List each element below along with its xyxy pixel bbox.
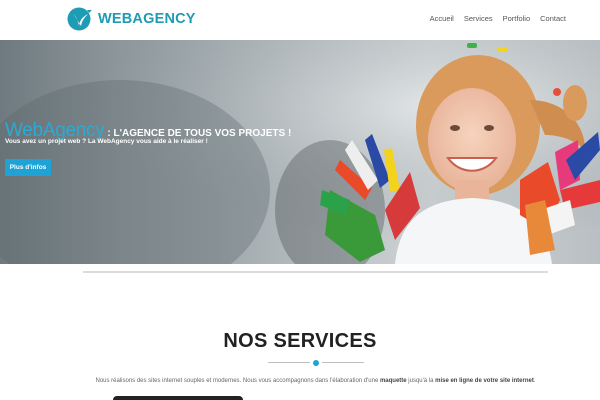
services-text-part: Nous réalisons des sites internet souple… bbox=[95, 378, 380, 384]
logo-text: WEBAGENCY bbox=[98, 11, 196, 27]
section-divider bbox=[83, 271, 548, 273]
more-info-button[interactable]: Plus d'infos bbox=[5, 159, 51, 176]
main-nav: Accueil Services Portfolio Contact bbox=[430, 14, 566, 24]
services-description: Nous réalisons des sites internet souple… bbox=[0, 378, 600, 384]
separator-line-left bbox=[268, 362, 310, 363]
services-text-highlight-maquette: maquette bbox=[379, 378, 407, 384]
services-device-image bbox=[113, 396, 243, 400]
services-text-part: . bbox=[533, 378, 536, 384]
hero-subtitle: Vous avez un projet web ? La WebAgency v… bbox=[5, 138, 208, 145]
site-logo[interactable]: WEBAGENCY bbox=[67, 6, 196, 32]
separator-dot-icon bbox=[313, 360, 319, 366]
services-text-highlight-mise-en-ligne: mise en ligne de votre site internet bbox=[435, 378, 534, 384]
title-separator bbox=[268, 360, 364, 366]
services-title: NOS SERVICES bbox=[223, 330, 377, 352]
hero-photo-child-painted-hands bbox=[0, 40, 600, 264]
nav-item-accueil[interactable]: Accueil bbox=[430, 14, 454, 24]
site-header: WEBAGENCY Accueil Services Portfolio Con… bbox=[0, 0, 600, 40]
logo-bird-icon bbox=[67, 7, 92, 31]
nav-item-contact[interactable]: Contact bbox=[540, 14, 566, 24]
nav-item-services[interactable]: Services bbox=[464, 14, 493, 24]
hero-banner: WebAgency : L'AGENCE DE TOUS VOS PROJETS… bbox=[0, 40, 600, 264]
separator-line-right bbox=[322, 362, 364, 363]
nav-item-portfolio[interactable]: Portfolio bbox=[503, 14, 531, 24]
services-text-part: jusqu'à la bbox=[406, 378, 436, 384]
